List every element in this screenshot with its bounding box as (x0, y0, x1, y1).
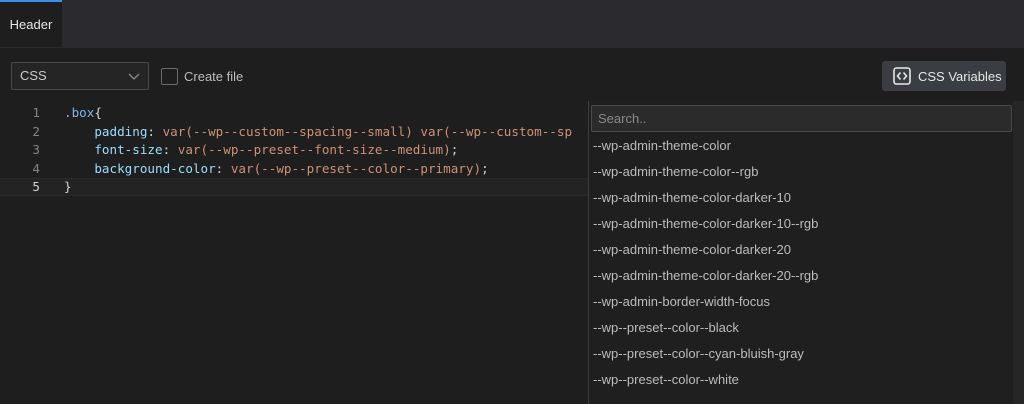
tab-bar: Header (0, 0, 1024, 48)
code-text: } (64, 179, 72, 195)
line-number: 3 (32, 142, 40, 158)
code-token: font-size (94, 142, 163, 158)
variable-list-item[interactable]: --wp--preset--color--white (589, 367, 1013, 393)
language-select[interactable]: CSS (11, 62, 149, 90)
code-token: : (147, 123, 163, 139)
code-text: background-color: var(--wp--preset--colo… (64, 160, 489, 178)
code-line[interactable]: 1 .box{ (0, 104, 588, 122)
variable-list-item[interactable]: --wp-admin-theme-color--rgb (589, 159, 1013, 185)
code-line[interactable]: 5} (0, 178, 588, 197)
variable-list-item[interactable]: --wp-admin-theme-color-darker-20--rgb (589, 263, 1013, 289)
variable-list-item[interactable]: --wp-admin-theme-color (589, 133, 1013, 159)
line-number: 2 (32, 123, 40, 139)
variable-list-item[interactable]: --wp-admin-theme-color-darker-10--rgb (589, 211, 1013, 237)
code-token: { (94, 105, 102, 120)
code-token: } (64, 179, 72, 195)
code-token: ; (481, 160, 489, 176)
language-select-value: CSS (20, 68, 47, 83)
variable-list-item[interactable]: --wp--preset--color--black (589, 315, 1013, 341)
line-number: 1 (32, 105, 40, 120)
code-token: : (215, 160, 231, 176)
code-token: padding (94, 123, 148, 139)
code-line[interactable]: 4 background-color: var(--wp--preset--co… (0, 160, 588, 178)
code-token: var(--wp--preset--font-size--medium) (177, 142, 451, 158)
code-token: ; (450, 142, 459, 158)
create-file-option[interactable]: Create file (161, 66, 243, 86)
code-token: var(--wp--preset--color--primary) (230, 160, 482, 176)
code-token: .box (64, 105, 95, 120)
code-text: font-size: var(--wp--preset--font-size--… (64, 141, 458, 159)
variables-search-input[interactable] (591, 105, 1012, 132)
variable-list-item[interactable]: --wp-admin-theme-color-darker-10 (589, 185, 1013, 211)
code-token: background-color (94, 160, 216, 176)
css-variables-popup: --wp-admin-theme-color--wp-admin-theme-c… (588, 101, 1024, 404)
chevron-down-icon (128, 73, 140, 80)
tab-header[interactable]: Header (0, 0, 62, 47)
popup-scrollbar[interactable] (1013, 101, 1024, 404)
code-editor[interactable]: 1 .box{2 padding: var(--wp--custom--spaci… (0, 101, 588, 404)
create-file-checkbox[interactable] (161, 67, 178, 85)
code-text: padding: var(--wp--custom--spacing--smal… (64, 123, 572, 141)
variables-list: --wp-admin-theme-color --wp-admin-theme-c… (589, 133, 1013, 393)
create-file-label: Create file (184, 68, 244, 84)
code-brackets-icon (893, 67, 911, 85)
code-line[interactable]: 3 font-size: var(--wp--preset--font-size… (0, 141, 588, 159)
code-line[interactable]: 2 padding: var(--wp--custom--spacing--sm… (0, 123, 588, 141)
line-number: 4 (32, 160, 40, 176)
variable-list-item[interactable]: --wp-admin-theme-color-darker-20 (589, 237, 1013, 263)
line-number: 5 (32, 179, 40, 195)
variable-list-item[interactable]: --wp-admin-border-width-focus (589, 289, 1013, 315)
css-variables-label: CSS Variables (918, 68, 1002, 84)
code-text: .box{ (64, 104, 102, 122)
css-variables-button[interactable]: CSS Variables (882, 61, 1006, 91)
code-token: var(--wp--custom--spacing--small) var(--… (162, 123, 573, 139)
code-token: : (162, 142, 178, 158)
variable-list-item[interactable]: --wp--preset--color--cyan-bluish-gray (589, 341, 1013, 367)
